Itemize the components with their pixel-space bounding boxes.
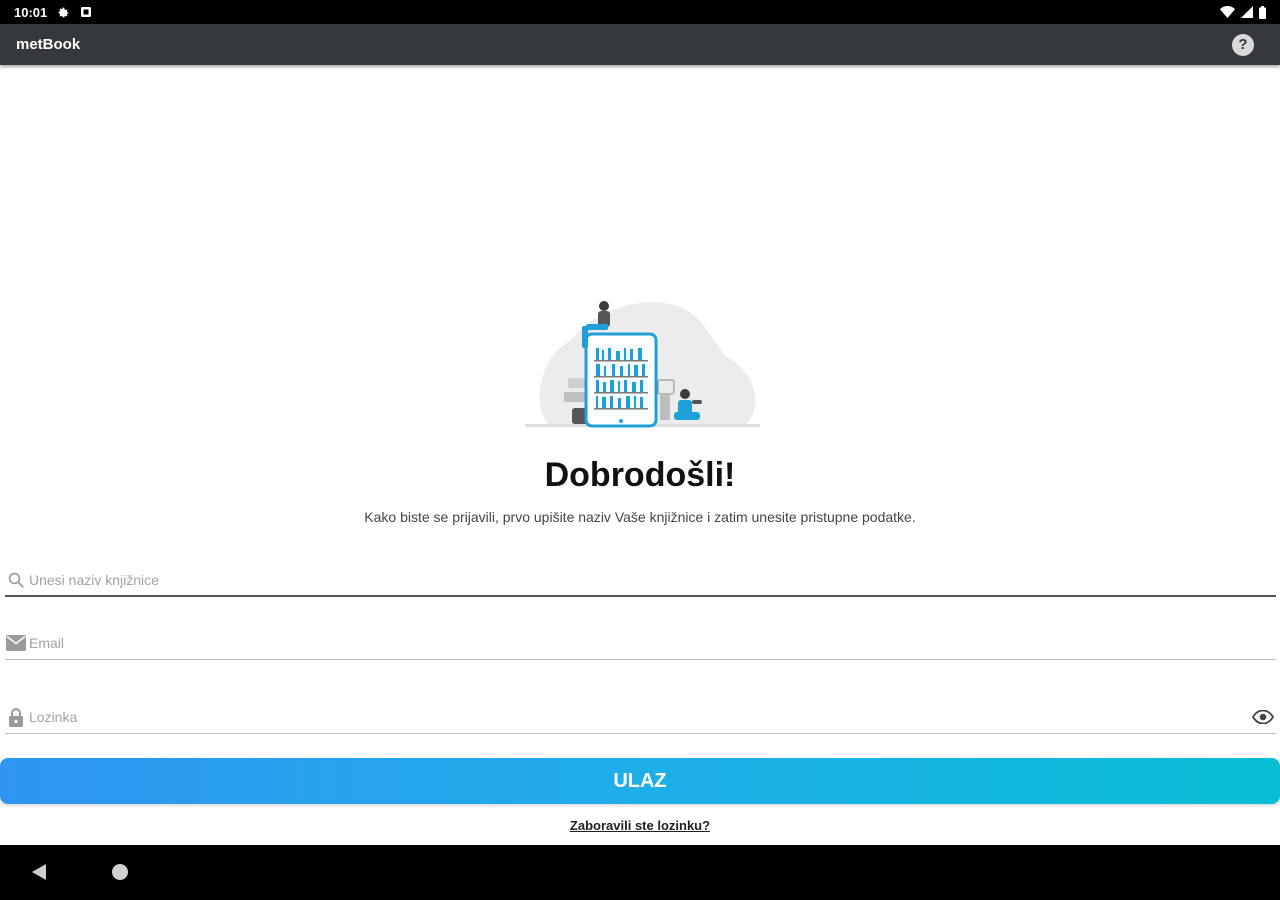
email-field[interactable] [5, 628, 1276, 658]
app-bar: metBook ? [0, 24, 1280, 65]
email-input[interactable] [29, 628, 1276, 658]
library-illustration [520, 296, 762, 442]
password-field-underline [5, 733, 1276, 734]
library-input[interactable] [29, 565, 1276, 595]
back-icon[interactable] [32, 864, 46, 880]
navigation-bar [0, 845, 1280, 900]
home-icon[interactable] [112, 864, 128, 880]
library-field-underline [5, 595, 1276, 597]
help-button[interactable]: ? [1232, 33, 1254, 56]
mail-icon [5, 632, 27, 654]
email-field-underline [5, 659, 1276, 660]
welcome-subtitle: Kako biste se prijavili, prvo upišite na… [364, 509, 916, 525]
welcome-title: Dobrodošli! [544, 456, 736, 494]
password-field[interactable] [5, 702, 1276, 732]
library-field[interactable] [5, 565, 1276, 595]
status-time: 10:01 [14, 4, 48, 20]
battery-icon [1259, 5, 1266, 19]
wifi-icon [1220, 6, 1235, 18]
gear-icon [57, 6, 70, 19]
login-button[interactable]: ULAZ [0, 758, 1280, 804]
search-icon [5, 569, 27, 591]
signal-icon [1241, 6, 1253, 18]
status-bar: 10:01 [0, 0, 1280, 24]
help-icon: ? [1238, 36, 1248, 53]
lock-icon [5, 706, 27, 728]
notification-square-icon [80, 6, 92, 18]
forgot-password-link[interactable]: Zaboravili ste lozinku? [0, 818, 1280, 833]
app-title: metBook [16, 36, 81, 53]
eye-icon[interactable] [1250, 704, 1276, 730]
password-input[interactable] [29, 702, 1250, 732]
